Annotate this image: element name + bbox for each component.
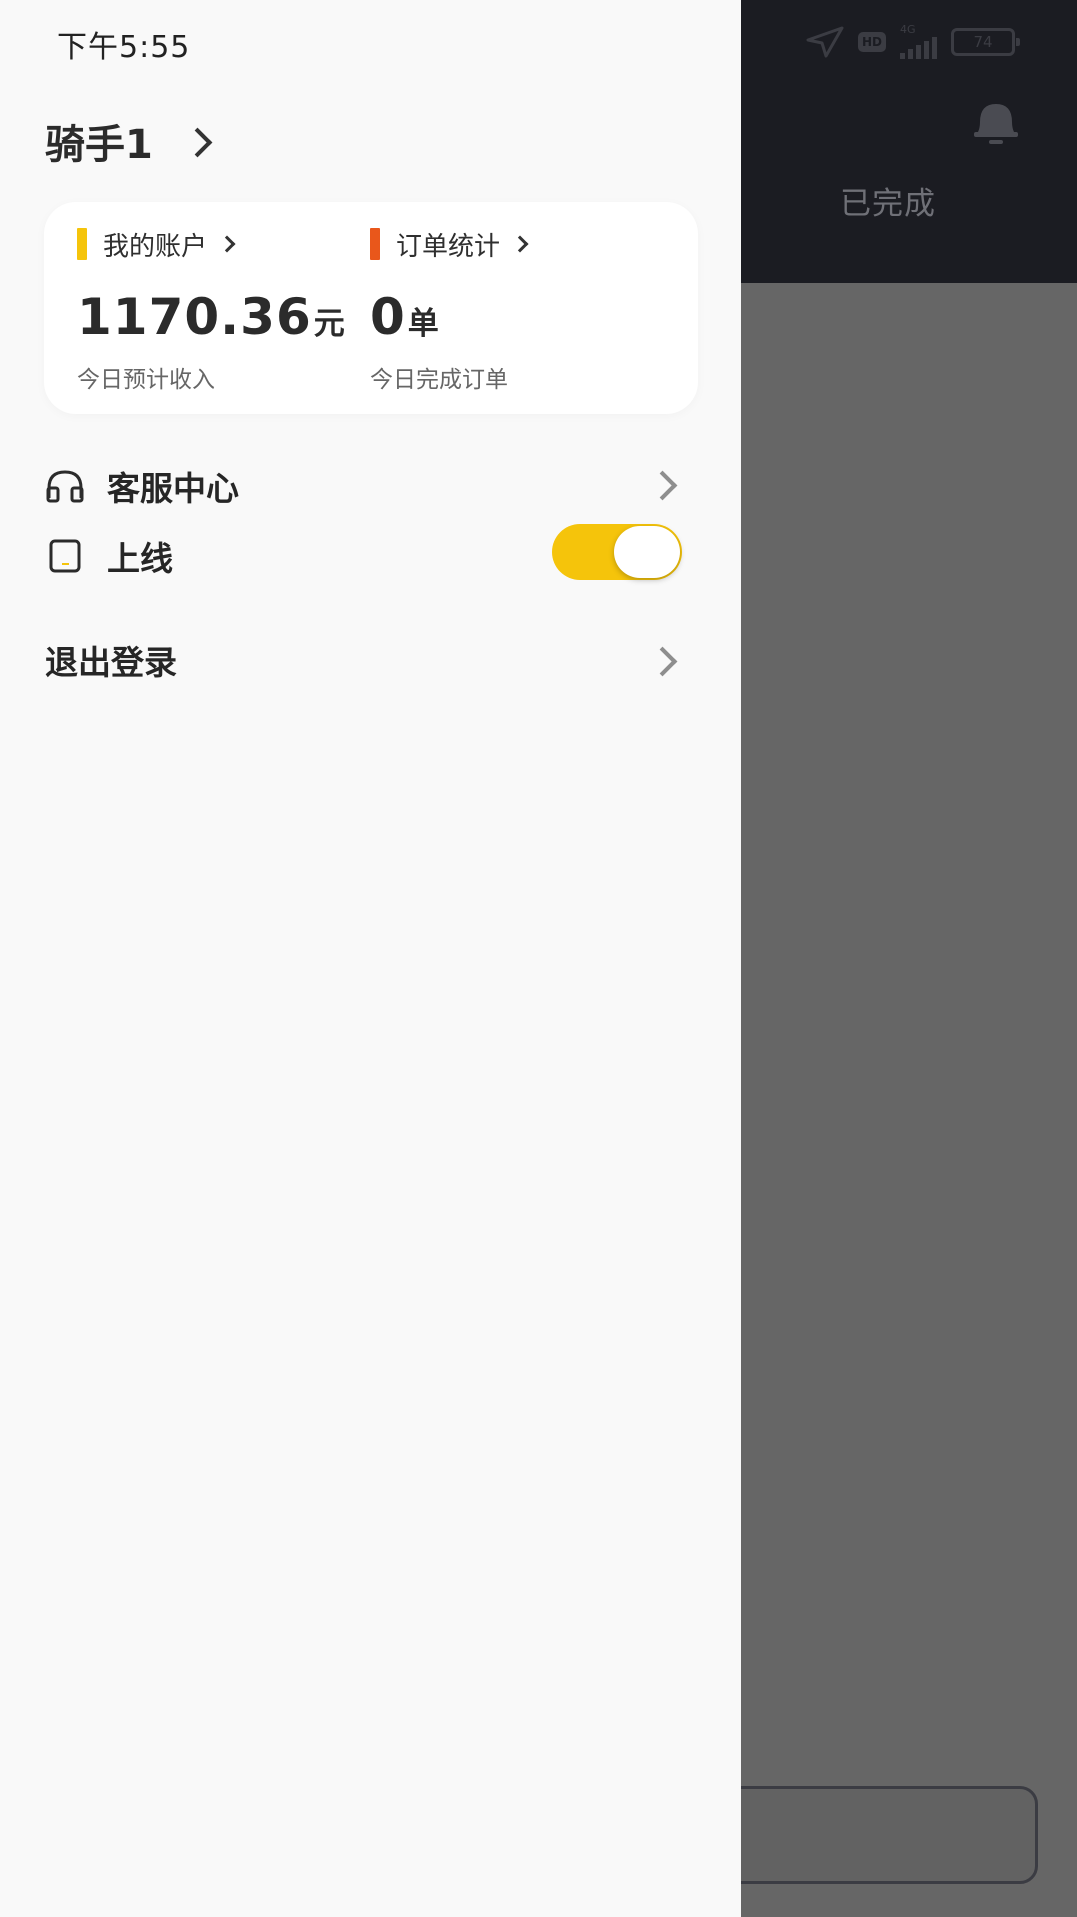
chevron-right-icon <box>218 235 236 253</box>
chevron-right-icon <box>647 646 678 677</box>
chevron-right-icon <box>511 235 529 253</box>
logout-label: 退出登录 <box>45 643 177 682</box>
orders-accent-bar <box>370 228 380 260</box>
side-drawer: 下午5:55 骑手1 我的账户 1170.36 元 今日预计收入 订单统计 0 … <box>0 0 741 1917</box>
signal-indicator: 4G <box>900 24 937 59</box>
orders-count-unit: 单 <box>407 306 439 342</box>
background-panel <box>700 1786 1038 1884</box>
account-income-value: 1170.36 <box>77 288 312 346</box>
orders-value-row: 0 单 <box>370 288 526 346</box>
status-icons: HD 4G 74 <box>806 24 1020 59</box>
hd-badge: HD <box>858 31 886 52</box>
online-toggle[interactable] <box>552 524 682 580</box>
account-caption: 今日预计收入 <box>77 367 215 393</box>
battery-icon: 74 <box>951 27 1020 56</box>
user-name: 骑手1 <box>45 122 153 168</box>
chevron-right-icon <box>182 127 213 157</box>
account-title: 我的账户 <box>103 231 208 262</box>
account-value-row: 1170.36 元 <box>77 288 345 346</box>
online-label: 上线 <box>107 539 173 578</box>
location-arrow-icon <box>806 26 844 57</box>
tab-completed[interactable]: 已完成 <box>840 178 936 223</box>
bell-icon[interactable] <box>970 98 1022 148</box>
orders-caption: 今日完成订单 <box>370 367 508 393</box>
orders-title: 订单统计 <box>396 231 501 262</box>
menu-item-logout[interactable]: 退出登录 <box>45 636 177 684</box>
account-accent-bar <box>77 228 87 260</box>
customer-service-label: 客服中心 <box>107 469 239 508</box>
stats-card: 我的账户 1170.36 元 今日预计收入 订单统计 0 单 今日完成订单 <box>44 202 698 414</box>
headphones-icon <box>46 470 84 503</box>
tablet-icon <box>49 539 81 573</box>
orders-header[interactable]: 订单统计 <box>370 226 529 262</box>
chevron-right-icon <box>647 470 678 501</box>
orders-stat[interactable]: 订单统计 0 单 今日完成订单 <box>370 226 529 394</box>
account-header[interactable]: 我的账户 <box>77 226 345 262</box>
network-type-label: 4G <box>900 23 916 36</box>
profile-link[interactable]: 骑手1 <box>45 112 213 170</box>
account-income-unit: 元 <box>313 306 345 342</box>
menu-item-customer-service[interactable]: 客服中心 <box>45 462 239 510</box>
status-time: 下午5:55 <box>57 30 191 65</box>
signal-bars-icon <box>900 35 937 59</box>
toggle-knob <box>614 526 680 578</box>
account-stat[interactable]: 我的账户 1170.36 元 今日预计收入 <box>77 226 345 394</box>
menu-item-online: 上线 <box>45 532 173 580</box>
orders-count-value: 0 <box>370 288 406 346</box>
